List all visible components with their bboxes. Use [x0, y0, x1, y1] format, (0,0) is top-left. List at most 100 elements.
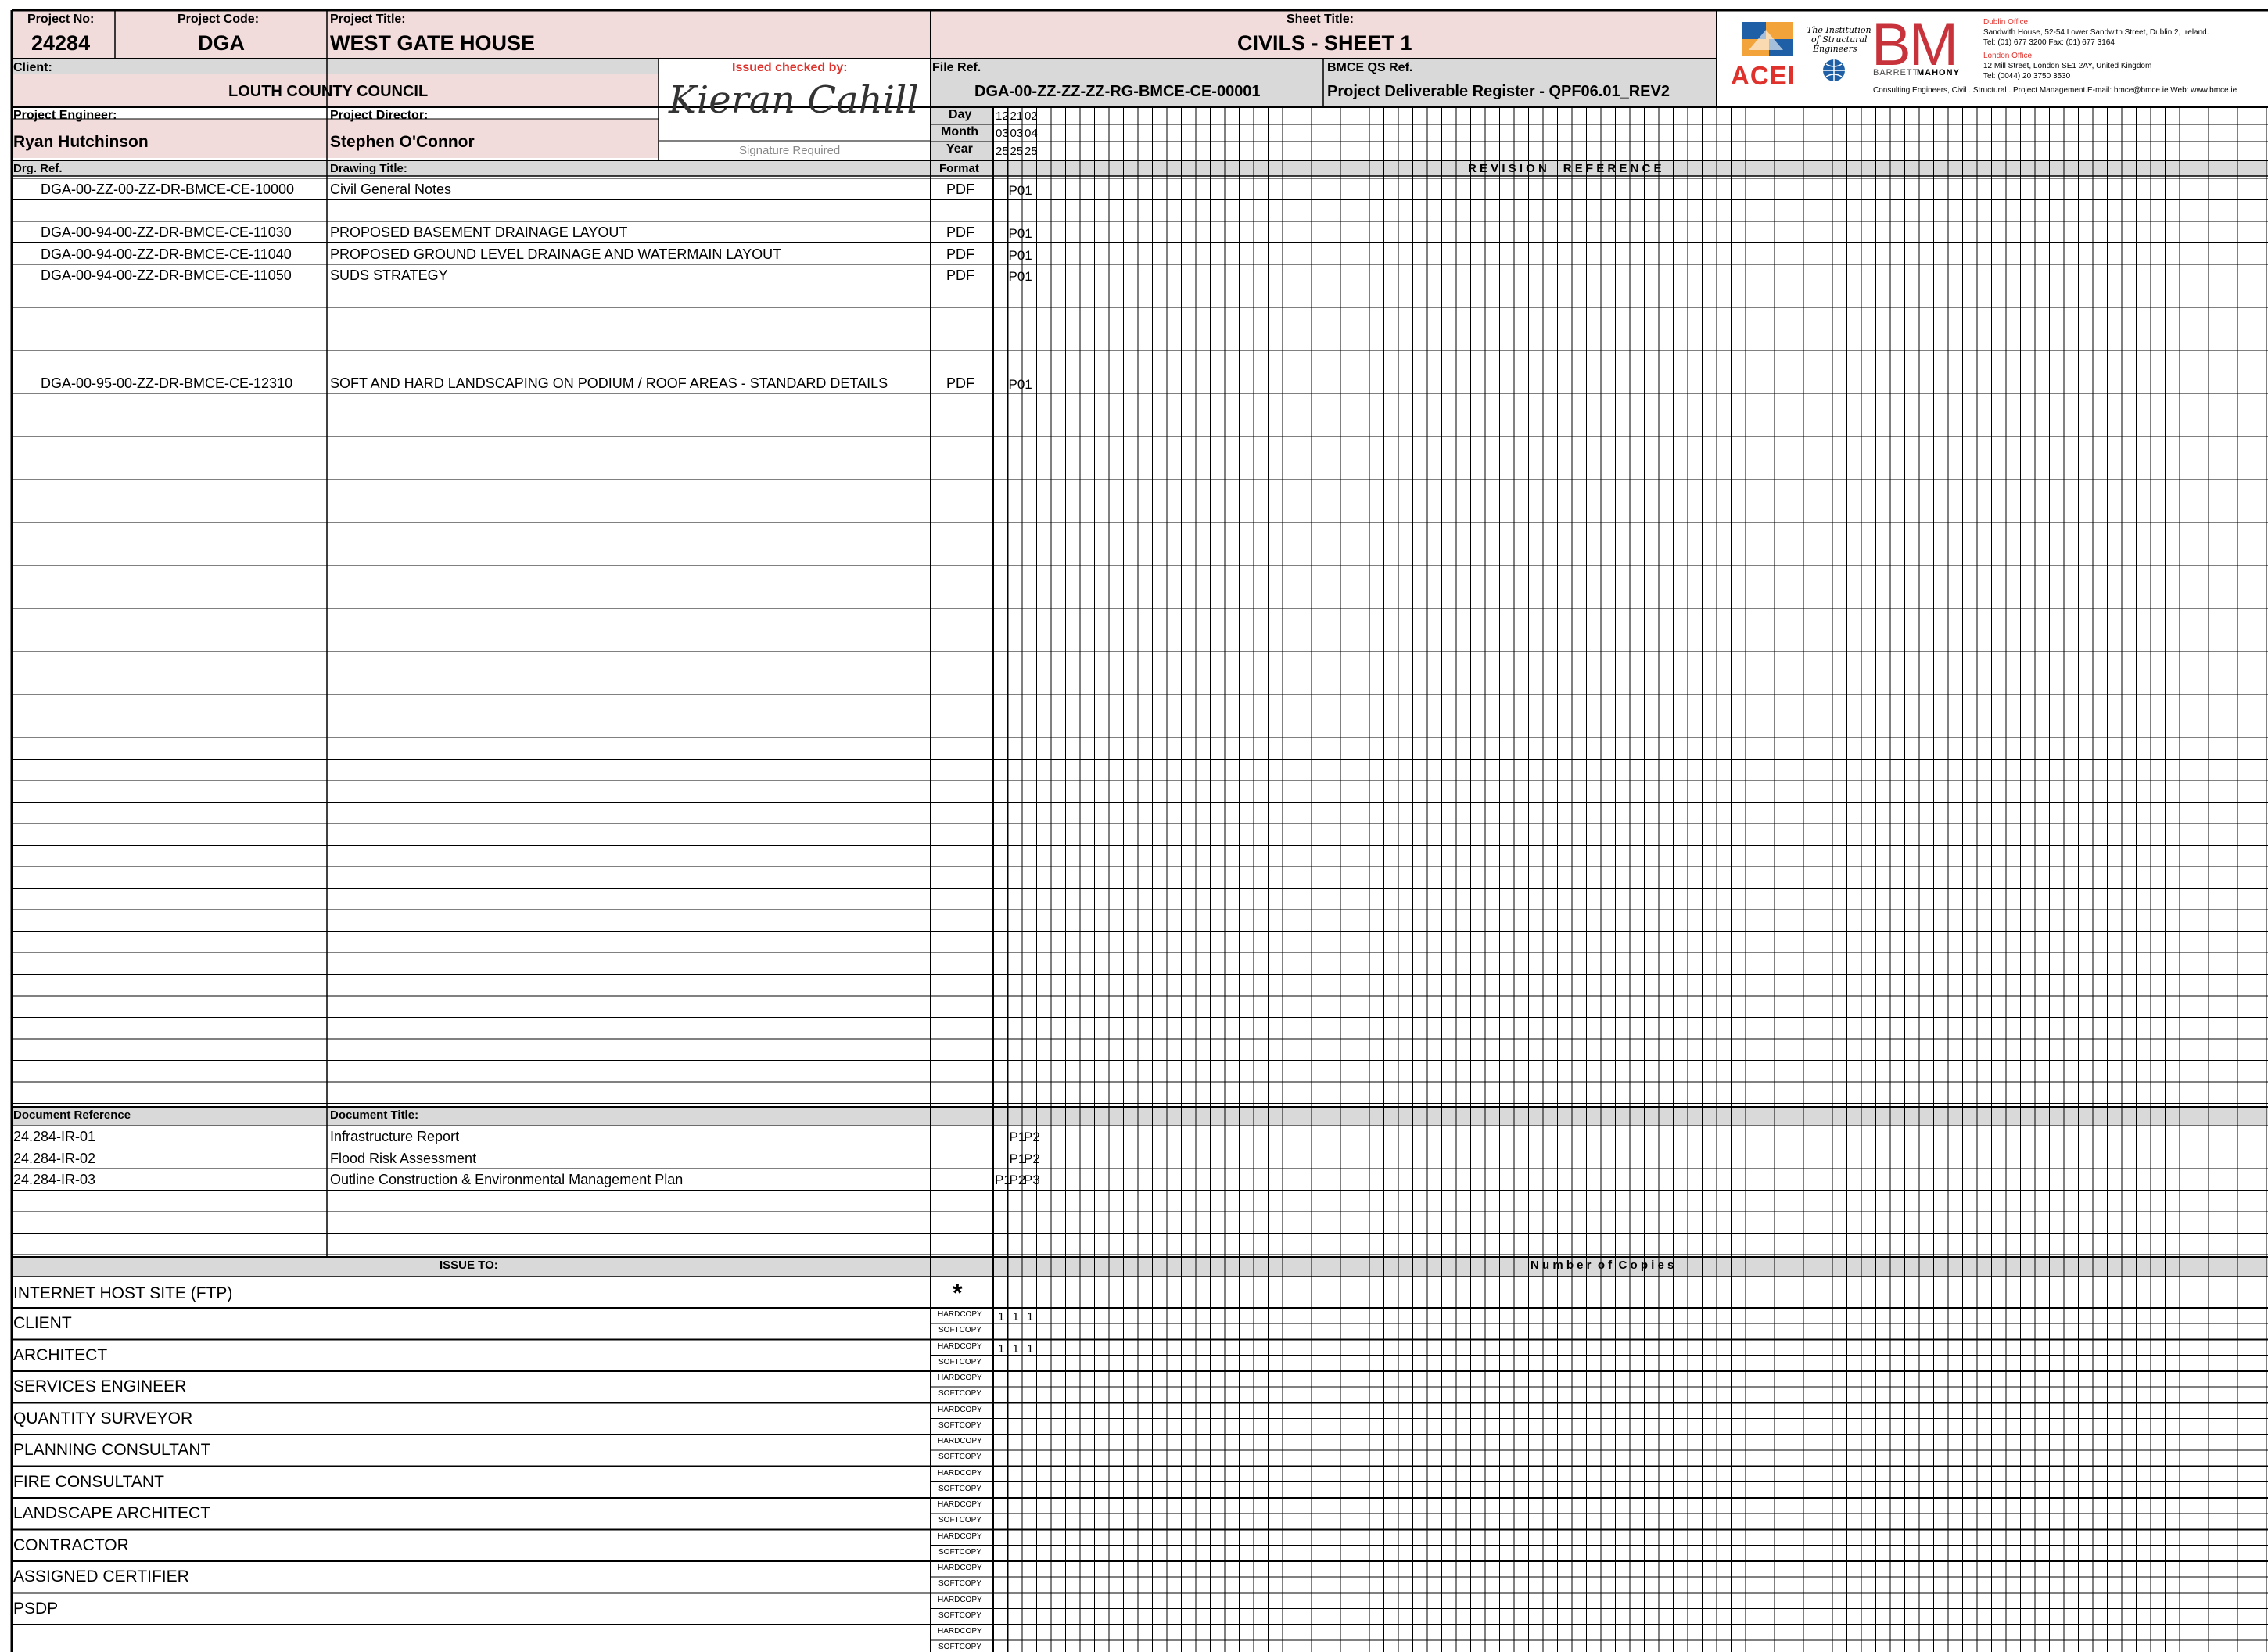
hardcopy-label: HARDCOPY — [938, 1341, 982, 1351]
acei-logo: ACEI — [1731, 61, 1796, 90]
file-ref-value: DGA-00-ZZ-ZZ-ZZ-RG-BMCE-CE-00001 — [974, 83, 1261, 100]
drg-ref-header: Drg. Ref. — [13, 162, 63, 175]
drawing-title: PROPOSED BASEMENT DRAINAGE LAYOUT — [330, 224, 628, 240]
hardcopy-label: HARDCOPY — [938, 1468, 982, 1478]
drawing-format: PDF — [946, 375, 974, 391]
date-day-cell: 02 — [1025, 110, 1038, 123]
project-engineer-label: Project Engineer: — [13, 109, 117, 122]
london-office-label: London Office: — [1983, 52, 2034, 60]
recipient-name: ASSIGNED CERTIFIER — [13, 1568, 189, 1586]
softcopy-label: SOFTCOPY — [938, 1420, 982, 1430]
issued-checked-label: Issued checked by: — [732, 61, 848, 74]
date-year-cell: 25 — [1010, 145, 1024, 158]
date-year-cell: 25 — [1025, 145, 1038, 158]
revision-cell: P01 — [1008, 183, 1032, 198]
project-engineer-value: Ryan Hutchinson — [13, 133, 149, 151]
drawing-ref: DGA-00-95-00-ZZ-DR-BMCE-CE-12310 — [41, 375, 293, 391]
client-value: LOUTH COUNTY COUNCIL — [228, 83, 429, 100]
file-ref-label: File Ref. — [932, 61, 981, 74]
softcopy-label: SOFTCOPY — [938, 1516, 982, 1525]
ftp-mark: * — [953, 1279, 963, 1307]
drawing-ref: DGA-00-94-00-ZZ-DR-BMCE-CE-11040 — [41, 246, 292, 262]
signature-required-label: Signature Required — [739, 144, 841, 157]
softcopy-label: SOFTCOPY — [938, 1484, 982, 1493]
softcopy-label: SOFTCOPY — [938, 1357, 982, 1366]
document-title: Flood Risk Assessment — [330, 1150, 477, 1166]
softcopy-label: SOFTCOPY — [938, 1326, 982, 1334]
recipient-name: PSDP — [13, 1599, 59, 1618]
date-month-cell: 04 — [1025, 127, 1038, 140]
hardcopy-label: HARDCOPY — [938, 1405, 982, 1414]
revision-cell: P2 — [1024, 1151, 1040, 1166]
drawing-title-header: Drawing Title: — [330, 162, 407, 175]
month-label: Month — [941, 125, 978, 138]
revision-cell: P01 — [1008, 269, 1032, 284]
copy-count-cell: 1 — [998, 1341, 1005, 1356]
drawing-ref: DGA-00-94-00-ZZ-DR-BMCE-CE-11050 — [41, 268, 292, 283]
recipient-name: SERVICES ENGINEER — [13, 1377, 187, 1395]
dublin-office-label: Dublin Office: — [1983, 18, 2030, 27]
copy-count-cell: 1 — [1012, 1341, 1019, 1356]
document-ref: 24.284-IR-03 — [13, 1172, 96, 1187]
date-day-cell: 12 — [996, 110, 1009, 123]
sheet-title-value: CIVILS - SHEET 1 — [1237, 31, 1412, 55]
hardcopy-label: HARDCOPY — [938, 1595, 982, 1604]
client-label-fill — [12, 59, 659, 74]
drawing-title: SUDS STRATEGY — [330, 268, 448, 283]
softcopy-label: SOFTCOPY — [938, 1611, 982, 1620]
hardcopy-label: HARDCOPY — [938, 1564, 982, 1572]
company-tagline: Consulting Engineers, Civil . Structural… — [1873, 86, 2237, 95]
revision-cell: P3 — [1024, 1173, 1040, 1187]
hardcopy-label: HARDCOPY — [938, 1437, 982, 1446]
barrett-label: BARRETT — [1873, 68, 1919, 77]
drawing-format: PDF — [946, 224, 974, 240]
copy-count-cell: 1 — [998, 1310, 1005, 1323]
recipient-name: PLANNING CONSULTANT — [13, 1441, 211, 1459]
recipient-name: LANDSCAPE ARCHITECT — [13, 1504, 211, 1522]
qs-ref-label: BMCE QS Ref. — [1327, 61, 1413, 74]
hardcopy-label: HARDCOPY — [938, 1500, 982, 1509]
date-month-cell: 03 — [996, 127, 1009, 140]
softcopy-label: SOFTCOPY — [938, 1643, 982, 1651]
issue-to-header: ISSUE TO: — [440, 1259, 498, 1272]
softcopy-label: SOFTCOPY — [938, 1389, 982, 1398]
document-title: Outline Construction & Environmental Man… — [330, 1172, 684, 1187]
date-day-cell: 21 — [1010, 110, 1024, 123]
revision-cell: P01 — [1008, 226, 1032, 241]
drawing-title: SOFT AND HARD LANDSCAPING ON PODIUM / RO… — [330, 375, 888, 391]
softcopy-label: SOFTCOPY — [938, 1547, 982, 1557]
document-title-header: Document Title: — [330, 1108, 419, 1122]
copy-count-cell: 1 — [1027, 1310, 1034, 1323]
istruct-logo-line2: of Structural — [1811, 34, 1868, 45]
project-code-label: Project Code: — [178, 13, 260, 26]
issue-header-fill — [12, 1257, 2268, 1277]
hardcopy-label: HARDCOPY — [938, 1532, 982, 1541]
project-title-label: Project Title: — [330, 13, 406, 26]
signature: Kieran Cahill — [669, 78, 919, 122]
drawing-title: PROPOSED GROUND LEVEL DRAINAGE AND WATER… — [330, 246, 782, 262]
drawing-ref: DGA-00-94-00-ZZ-DR-BMCE-CE-11030 — [41, 224, 292, 240]
project-code-value: DGA — [198, 31, 245, 55]
hardcopy-label: HARDCOPY — [938, 1310, 982, 1319]
number-of-copies-header: N u m b e r o f C o p i e s — [1531, 1259, 1674, 1272]
project-no-label: Project No: — [27, 13, 95, 26]
drawing-format: PDF — [946, 246, 974, 262]
drawing-format: PDF — [946, 268, 974, 283]
drawing-format: PDF — [946, 181, 974, 197]
drawing-title: Civil General Notes — [330, 181, 452, 197]
softcopy-label: SOFTCOPY — [938, 1453, 982, 1461]
london-office-tel: Tel: (0044) 20 3750 3530 — [1983, 72, 2071, 81]
acei-emblem-icon — [1742, 22, 1793, 56]
istruct-logo-line1: The Institution — [1807, 25, 1871, 35]
london-office-address: 12 Mill Street, London SE1 2AY, United K… — [1983, 62, 2152, 70]
bm-logo: BM — [1871, 12, 1958, 78]
globe-icon — [1823, 59, 1845, 81]
recipient-name: FIRE CONSULTANT — [13, 1472, 164, 1491]
softcopy-label: SOFTCOPY — [938, 1579, 982, 1588]
recipient-name: CONTRACTOR — [13, 1535, 129, 1554]
format-header: Format — [939, 162, 979, 175]
copy-count-cell: 1 — [1012, 1310, 1019, 1323]
drawing-ref: DGA-00-ZZ-00-ZZ-DR-BMCE-CE-10000 — [41, 181, 295, 197]
date-year-cell: 25 — [996, 145, 1009, 158]
day-label: Day — [949, 108, 972, 121]
